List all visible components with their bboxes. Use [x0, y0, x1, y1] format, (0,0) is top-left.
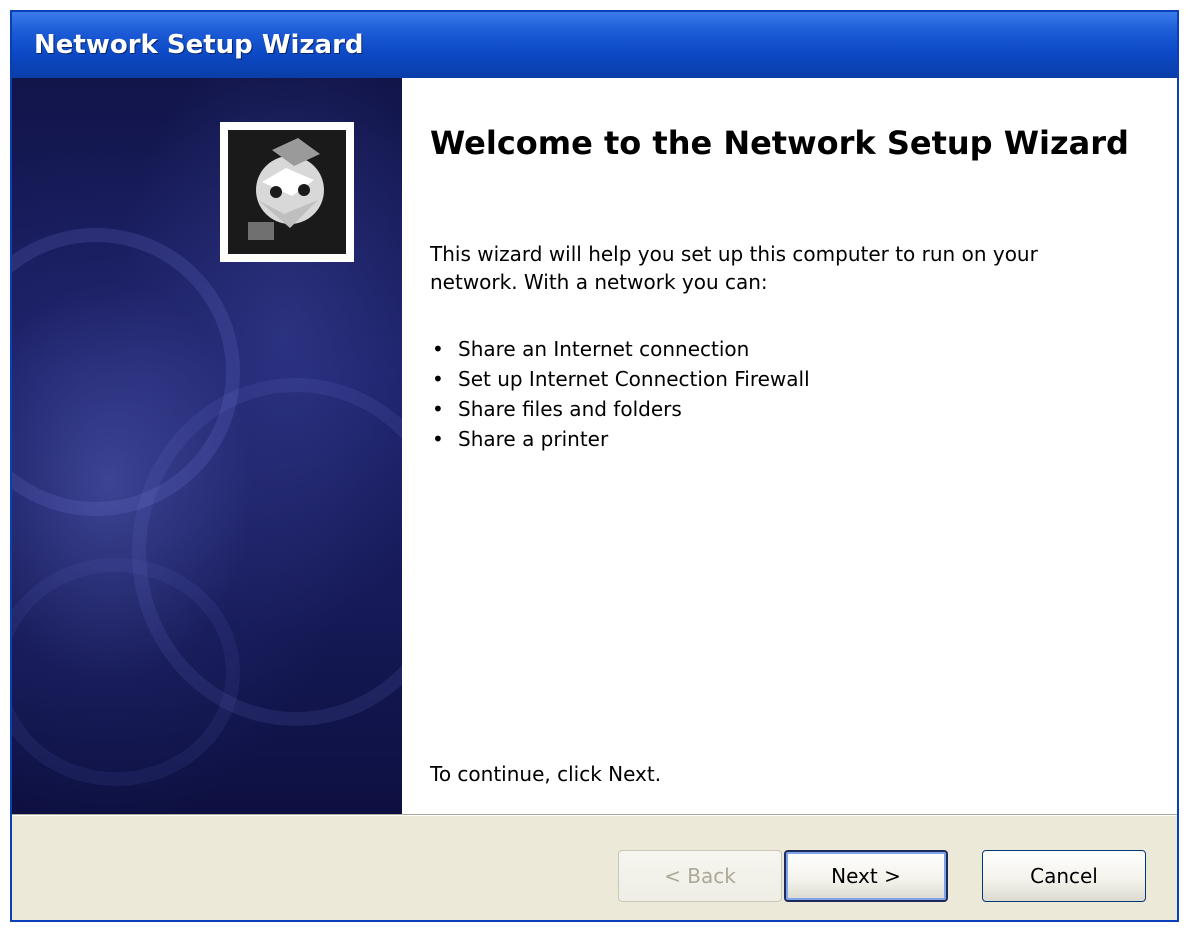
feature-text: Share files and folders — [458, 397, 682, 421]
cancel-button[interactable]: Cancel — [982, 850, 1146, 902]
feature-text: Share a printer — [458, 427, 609, 451]
bullet-icon: • — [432, 367, 444, 391]
continue-instruction: To continue, click Next. — [430, 762, 662, 786]
feature-list: • Share an Internet connection • Set up … — [430, 334, 810, 454]
bullet-icon: • — [432, 427, 444, 451]
next-button[interactable]: Next > — [784, 850, 948, 902]
feature-text: Set up Internet Connection Firewall — [458, 367, 810, 391]
wizard-sidebar-banner — [12, 78, 402, 814]
network-wizard-icon-graphic — [228, 130, 346, 254]
network-wizard-icon — [220, 122, 354, 262]
wizard-window: Network Setup Wizard Welcome to the Netw… — [10, 10, 1179, 922]
list-item: • Set up Internet Connection Firewall — [430, 364, 810, 394]
page-title: Welcome to the Network Setup Wizard — [430, 124, 1129, 162]
window-title: Network Setup Wizard — [34, 30, 364, 60]
list-item: • Share an Internet connection — [430, 334, 810, 364]
wizard-description: This wizard will help you set up this co… — [430, 242, 1038, 294]
button-bar: < Back Next > Cancel — [12, 816, 1177, 920]
wizard-content: Welcome to the Network Setup Wizard This… — [402, 78, 1177, 814]
list-item: • Share a printer — [430, 424, 810, 454]
bullet-icon: • — [432, 337, 444, 361]
back-button[interactable]: < Back — [618, 850, 782, 902]
feature-text: Share an Internet connection — [458, 337, 750, 361]
bullet-icon: • — [432, 397, 444, 421]
list-item: • Share files and folders — [430, 394, 810, 424]
title-bar[interactable]: Network Setup Wizard — [12, 12, 1177, 78]
